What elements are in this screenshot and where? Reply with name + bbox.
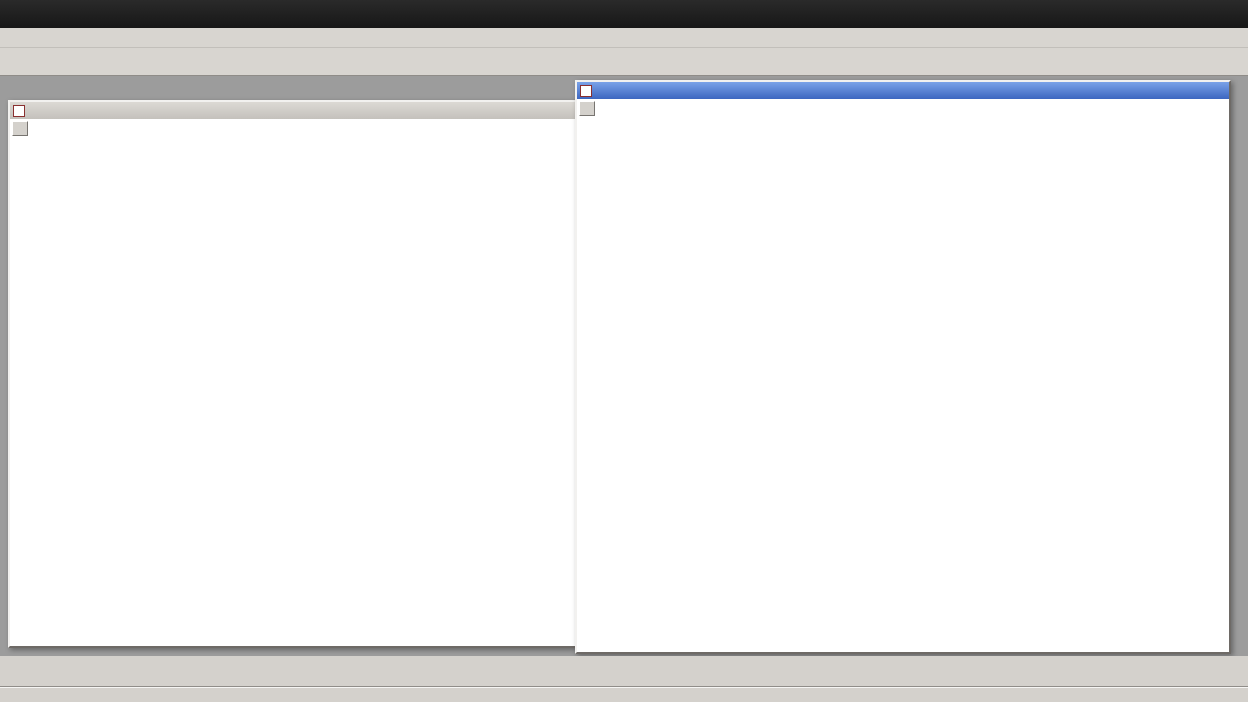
- graph-window-icon: [13, 105, 25, 117]
- graph2-canvas: [577, 99, 1229, 652]
- graph1-layer-button[interactable]: [12, 121, 28, 136]
- bottom-spacer: [0, 676, 1248, 686]
- window-close-button[interactable]: [1220, 6, 1236, 22]
- window-tabbar: [0, 656, 1248, 676]
- menubar: [0, 28, 1248, 48]
- toolbar: [0, 48, 1248, 76]
- graph2-window[interactable]: [575, 80, 1231, 654]
- mdi-workspace: [0, 76, 1248, 656]
- scidavis-app: [0, 0, 1248, 702]
- graph2-layer-button[interactable]: [579, 101, 595, 116]
- graph2-titlebar[interactable]: [577, 82, 1229, 99]
- window-titlebar: [0, 0, 1248, 28]
- statusbar: [0, 686, 1248, 702]
- graph-window-icon: [580, 85, 592, 97]
